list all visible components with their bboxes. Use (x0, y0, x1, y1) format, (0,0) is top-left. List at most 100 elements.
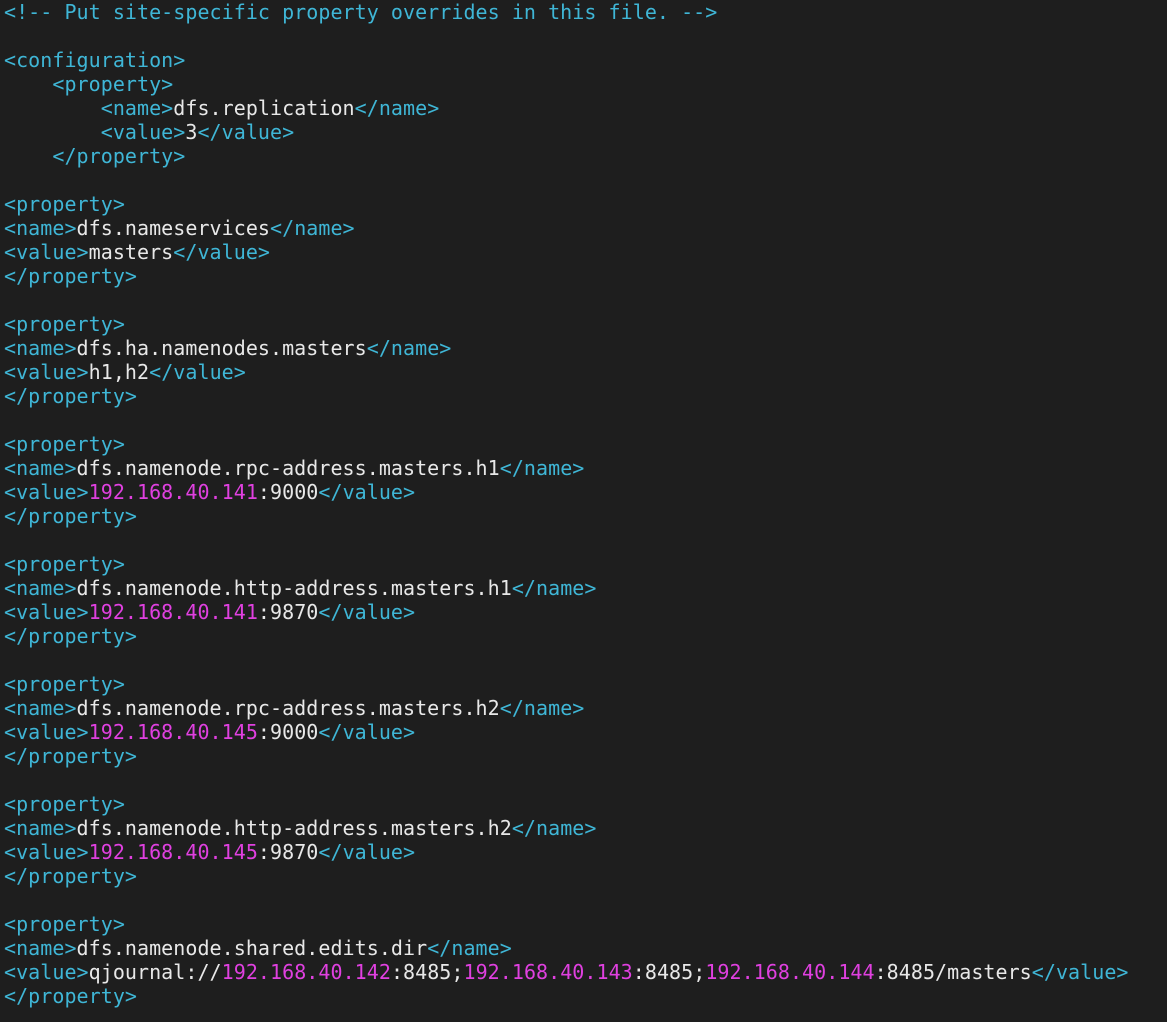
xml-tag: </value> (318, 600, 416, 624)
xml-tag: </name> (511, 816, 597, 840)
xml-tag: <value> (4, 960, 89, 984)
xml-tag: <name> (4, 216, 77, 240)
xml-tag: <property> (4, 312, 125, 336)
editor-line: </property> (4, 504, 1167, 528)
xml-tag: <configuration> (4, 48, 186, 72)
xml-text: :9000 (257, 720, 319, 744)
xml-text: dfs.namenode.rpc-address.masters.h2 (76, 696, 500, 720)
xml-tag: </property> (4, 744, 138, 768)
editor-line: <value>192.168.40.145:9000</value> (4, 720, 1167, 744)
ip-address: 192.168.40.141 (88, 600, 258, 624)
xml-tag: </property> (4, 504, 138, 528)
xml-tag: <name> (4, 816, 77, 840)
xml-tag: </name> (499, 696, 585, 720)
editor-line: </property> (4, 264, 1167, 288)
xml-tag: <value> (4, 360, 89, 384)
xml-tag: <property> (4, 552, 125, 576)
xml-tag: </property> (4, 864, 138, 888)
xml-text: :9870 (257, 840, 319, 864)
editor-line: <property> (4, 432, 1167, 456)
editor-line: <property> (4, 792, 1167, 816)
editor-line: <!-- Put site-specific property override… (4, 0, 1167, 24)
xml-tag: </name> (270, 216, 355, 240)
xml-tag: <property> (4, 912, 125, 936)
editor-line: <configuration> (4, 48, 1167, 72)
ip-address: 192.168.40.142 (221, 960, 391, 984)
xml-tag: </value> (197, 120, 295, 144)
xml-text: dfs.replication (173, 96, 355, 120)
xml-text: dfs.ha.namenodes.masters (76, 336, 367, 360)
editor-line: </property> (4, 864, 1167, 888)
editor-line: <property> (4, 672, 1167, 696)
xml-tag: </property> (4, 384, 138, 408)
text-editor-buffer[interactable]: <!-- Put site-specific property override… (0, 0, 1167, 1022)
editor-line: <property> (4, 72, 1167, 96)
editor-line: <property> (4, 312, 1167, 336)
xml-comment: <!-- Put site-specific property override… (4, 0, 718, 24)
xml-tag: </value> (318, 480, 416, 504)
xml-tag: </value> (173, 240, 271, 264)
editor-line: <value>h1,h2</value> (4, 360, 1167, 384)
xml-text: masters (88, 240, 174, 264)
xml-tag: <value> (4, 240, 89, 264)
xml-tag: <value> (4, 120, 186, 144)
xml-tag: <property> (4, 192, 125, 216)
xml-tag: </name> (354, 96, 440, 120)
xml-tag: <value> (4, 840, 89, 864)
xml-tag: <value> (4, 720, 89, 744)
editor-line: <value>masters</value> (4, 240, 1167, 264)
editor-line: <name>dfs.nameservices</name> (4, 216, 1167, 240)
xml-tag: <property> (4, 432, 125, 456)
xml-text: h1,h2 (88, 360, 150, 384)
xml-tag: <name> (4, 96, 174, 120)
xml-tag: </name> (499, 456, 585, 480)
editor-line: <name>dfs.namenode.http-address.masters.… (4, 816, 1167, 840)
editor-line: <name>dfs.ha.namenodes.masters</name> (4, 336, 1167, 360)
xml-tag: </value> (1031, 960, 1129, 984)
editor-line: <value>3</value> (4, 120, 1167, 144)
ip-address: 192.168.40.145 (88, 840, 258, 864)
xml-tag: <name> (4, 696, 77, 720)
xml-tag: <value> (4, 600, 89, 624)
xml-tag: <property> (4, 792, 125, 816)
editor-line: <value>192.168.40.141:9870</value> (4, 600, 1167, 624)
xml-text: dfs.nameservices (76, 216, 271, 240)
xml-tag: <property> (4, 72, 174, 96)
ip-address: 192.168.40.144 (705, 960, 875, 984)
xml-tag: </name> (366, 336, 452, 360)
editor-line: </property> (4, 984, 1167, 1008)
editor-line: <name>dfs.namenode.rpc-address.masters.h… (4, 456, 1167, 480)
xml-text: dfs.namenode.http-address.masters.h2 (76, 816, 512, 840)
xml-text: qjournal:// (88, 960, 222, 984)
xml-text: :8485; (390, 960, 464, 984)
xml-tag: <name> (4, 456, 77, 480)
editor-line: <value>qjournal://192.168.40.142:8485;19… (4, 960, 1167, 984)
xml-tag: </property> (4, 984, 138, 1008)
editor-line: <value>192.168.40.145:9870</value> (4, 840, 1167, 864)
xml-text: :9000 (257, 480, 319, 504)
editor-line: </property> (4, 144, 1167, 168)
xml-text: :9870 (257, 600, 319, 624)
xml-tag: </name> (427, 936, 512, 960)
ip-address: 192.168.40.143 (463, 960, 633, 984)
xml-tag: </value> (318, 720, 416, 744)
editor-line: </property> (4, 744, 1167, 768)
xml-text: :8485/masters (874, 960, 1032, 984)
editor-line: <name>dfs.replication</name> (4, 96, 1167, 120)
xml-tag: <name> (4, 936, 77, 960)
xml-tag: </property> (4, 144, 186, 168)
editor-line: <property> (4, 192, 1167, 216)
xml-tag: </value> (318, 840, 416, 864)
editor-line: <property> (4, 912, 1167, 936)
ip-address: 192.168.40.145 (88, 720, 258, 744)
xml-text: dfs.namenode.rpc-address.masters.h1 (76, 456, 500, 480)
xml-tag: <property> (4, 672, 125, 696)
xml-tag: </name> (511, 576, 597, 600)
